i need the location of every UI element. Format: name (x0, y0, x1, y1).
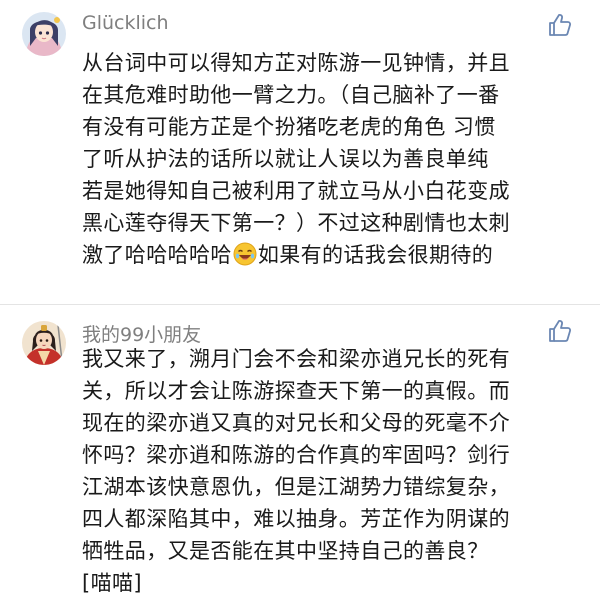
costume-character-avatar-icon[interactable] (22, 321, 66, 365)
comment-line: 怀吗？梁亦逍和陈游的合作真的牢固吗？剑行 (82, 443, 510, 467)
comment-line: 若是她得知自己被利用了就立马从小白花变成 (82, 179, 510, 203)
comment-line: 四人都深陷其中，难以抽身。芳芷作为阴谋的 (82, 507, 510, 531)
comment-line: 我又来了，溯月门会不会和梁亦逍兄长的死有 (82, 347, 510, 371)
comment-text: 我又来了，溯月门会不会和梁亦逍兄长的死有 关，所以才会让陈游探查天下第一的真假。… (82, 343, 592, 599)
thumbs-up-icon[interactable] (547, 12, 573, 38)
username[interactable]: Glücklich (82, 12, 169, 34)
comment-line: 江湖本该快意恩仇，但是江湖势力错综复杂， (82, 475, 510, 499)
thumbs-up-icon[interactable] (547, 318, 573, 344)
comment-line: 在其危难时助他一臂之力。（自己脑补了一番 (82, 83, 500, 107)
comment-line: 从台词中可以得知方芷对陈游一见钟情，并且 (82, 51, 510, 75)
laughing-emoji-icon (233, 242, 257, 266)
comment-line: [喵喵] (82, 571, 142, 595)
comment-line-part: 激了哈哈哈哈哈 (82, 243, 232, 267)
comment-line: 现在的梁亦逍又真的对兄长和父母的死毫不介 (82, 411, 510, 435)
comment-item: 我的99小朋友 我又来了，溯月门会不会和梁亦逍兄长的死有 关，所以才会让陈游探查… (0, 312, 600, 600)
comment-line: 关，所以才会让陈游探查天下第一的真假。而 (82, 379, 510, 403)
comment-line-with-emoji: 激了哈哈哈哈哈 如果有的话我会很期待的 (82, 239, 592, 271)
comment-line: 黑心莲夺得天下第一？）不过这种剧情也太刺 (82, 211, 510, 235)
divider (0, 304, 600, 305)
comment-line: 牺牲品，又是否能在其中坚持自己的善良？ (82, 539, 489, 563)
comment-text: 从台词中可以得知方芷对陈游一见钟情，并且 在其危难时助他一臂之力。（自己脑补了一… (82, 47, 592, 271)
anime-girl-avatar-icon[interactable] (22, 12, 66, 56)
comment-item: Glücklich 从台词中可以得知方芷对陈游一见钟情，并且 在其危难时助他一臂… (0, 0, 600, 300)
comment-line-part: 如果有的话我会很期待的 (257, 243, 494, 267)
comment-line: 了听从护法的话所以就让人误以为善良单纯 (82, 147, 489, 171)
comment-line: 有没有可能方芷是个扮猪吃老虎的角色 习惯 (82, 115, 496, 139)
